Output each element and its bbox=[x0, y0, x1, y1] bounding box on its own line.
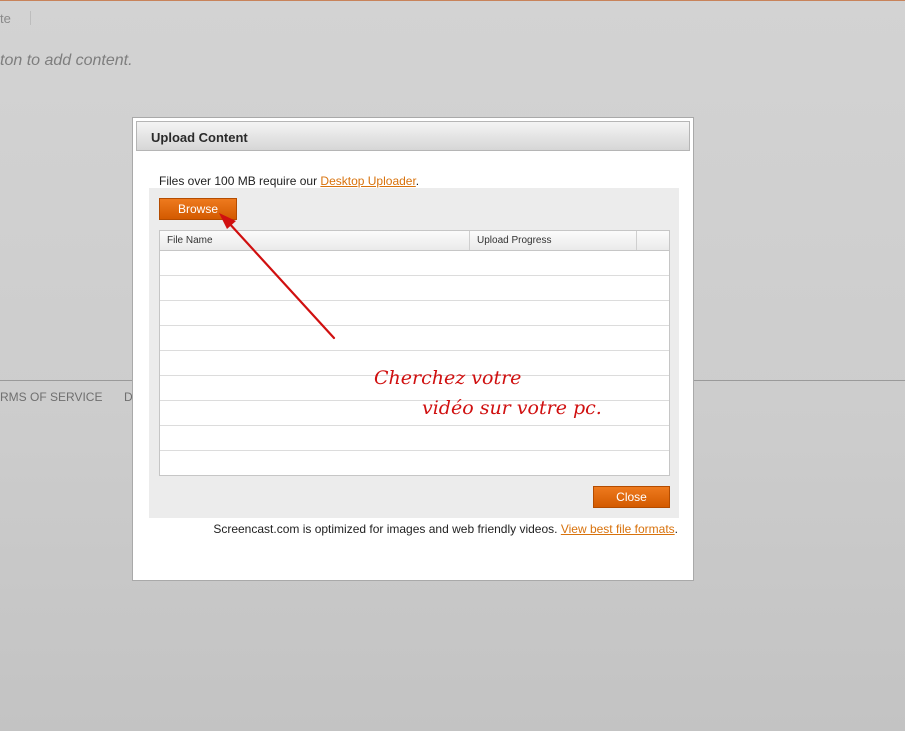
table-row bbox=[160, 451, 669, 476]
table-row bbox=[160, 301, 669, 326]
footer-note-text: Screencast.com is optimized for images a… bbox=[213, 522, 561, 536]
background-hint-text: ton to add content. bbox=[0, 52, 133, 69]
table-row bbox=[160, 326, 669, 351]
file-formats-note: Screencast.com is optimized for images a… bbox=[213, 522, 678, 536]
column-header-file-name[interactable]: File Name bbox=[160, 231, 470, 250]
annotation-text-line-1: Cherchez votre bbox=[374, 367, 522, 389]
table-row bbox=[160, 251, 669, 276]
background-nav-separator bbox=[30, 11, 31, 25]
view-best-file-formats-link[interactable]: View best file formats bbox=[561, 522, 675, 536]
top-accent-line bbox=[0, 0, 905, 1]
dialog-header: Upload Content bbox=[136, 121, 690, 151]
notice-suffix: . bbox=[415, 174, 420, 188]
background-nav-text[interactable]: te bbox=[0, 11, 11, 26]
footer-terms-link[interactable]: RMS OF SERVICE bbox=[0, 390, 102, 404]
table-row bbox=[160, 426, 669, 451]
browse-button[interactable]: Browse bbox=[159, 198, 237, 220]
table-row bbox=[160, 276, 669, 301]
file-upload-table: File Name Upload Progress bbox=[159, 230, 670, 476]
footer-note-suffix: . bbox=[674, 522, 678, 536]
upload-content-dialog: Upload Content Files over 100 MB require… bbox=[132, 117, 694, 581]
notice-text: Files over 100 MB require our bbox=[159, 174, 321, 188]
column-header-extra bbox=[637, 231, 669, 250]
annotation-text-line-2: vidéo sur votre pc. bbox=[422, 397, 602, 419]
desktop-uploader-link[interactable]: Desktop Uploader bbox=[320, 174, 415, 188]
table-header: File Name Upload Progress bbox=[160, 231, 669, 251]
column-header-upload-progress[interactable]: Upload Progress bbox=[470, 231, 637, 250]
dialog-title: Upload Content bbox=[151, 130, 248, 145]
close-button[interactable]: Close bbox=[593, 486, 670, 508]
upload-panel: Browse File Name Upload Progress Close bbox=[149, 188, 679, 518]
file-size-notice: Files over 100 MB require our Desktop Up… bbox=[159, 174, 419, 188]
